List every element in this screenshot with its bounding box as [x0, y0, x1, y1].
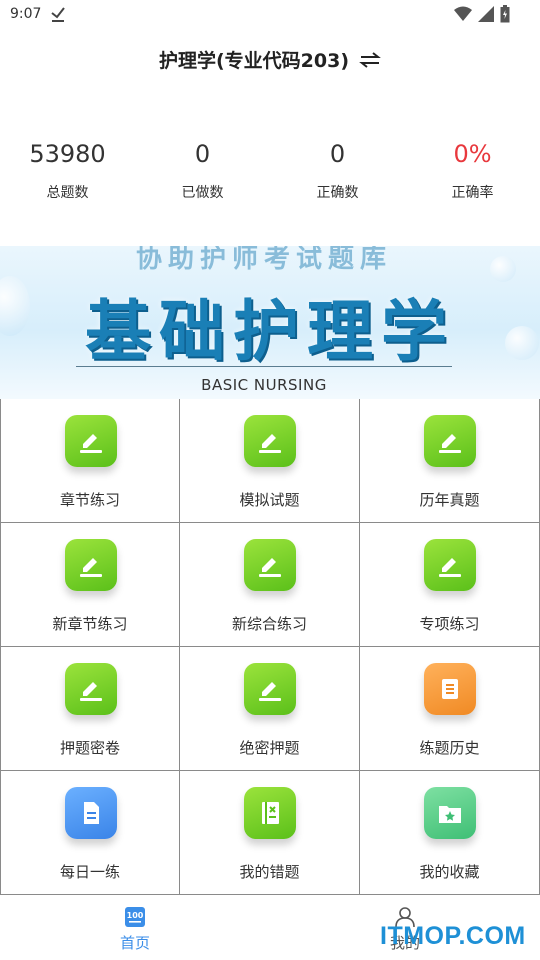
- status-icons: [454, 5, 510, 23]
- page-title: 护理学(专业代码203): [158, 50, 350, 72]
- status-bar: 9:07: [0, 0, 540, 30]
- signal-icon: [478, 6, 494, 22]
- nav-home-label: 首页: [119, 934, 150, 952]
- banner[interactable]: 协助护师考试题库 基础护理学 BASIC NURSING: [0, 246, 540, 399]
- stat-label: 总题数: [46, 185, 89, 201]
- grid-item[interactable]: 新章节练习: [0, 523, 180, 647]
- stat-label: 正确数: [316, 185, 359, 201]
- grid-item[interactable]: 专项练习: [360, 523, 540, 647]
- grid-item-label: 押题密卷: [59, 739, 120, 757]
- stat-value: 0: [329, 140, 346, 168]
- grid-item-label: 历年真题: [419, 491, 480, 509]
- grid-item-label: 我的收藏: [419, 863, 480, 881]
- download-done-icon: [51, 7, 65, 22]
- stat-total: 53980 总题数: [0, 138, 135, 208]
- edit-pen-icon: [424, 415, 476, 467]
- grid-item-label: 新综合练习: [231, 615, 307, 633]
- stat-correct: 0 正确数: [270, 138, 405, 208]
- star-folder-icon: [424, 787, 476, 839]
- watermark: ITMOP.COM: [380, 922, 526, 950]
- grid-item-label: 我的错题: [239, 863, 300, 881]
- grid-item[interactable]: 历年真题: [360, 399, 540, 523]
- stat-label: 正确率: [451, 185, 494, 201]
- feature-grid: 章节练习 模拟试题 历年真题新章节练习 新综合练习 专项练习押题密卷 绝密押题 练题历史每日…: [0, 399, 540, 895]
- edit-pen-icon: [424, 539, 476, 591]
- edit-pen-icon: [65, 415, 117, 467]
- grid-item[interactable]: 新综合练习: [180, 523, 360, 647]
- grid-item-label: 练题历史: [419, 739, 480, 757]
- nav-home[interactable]: 100 首页: [0, 896, 270, 960]
- grid-item[interactable]: 每日一练: [0, 771, 180, 895]
- edit-pen-icon: [65, 539, 117, 591]
- banner-top-text: 协助护师考试题库: [136, 246, 393, 274]
- stats-panel: 53980 总题数 0 已做数 0 正确数 0% 正确率: [0, 138, 540, 208]
- stat-done: 0 已做数: [135, 138, 270, 208]
- grid-item[interactable]: 我的收藏: [360, 771, 540, 895]
- grid-item-label: 模拟试题: [239, 491, 300, 509]
- stat-value: 0%: [453, 140, 492, 168]
- grid-item-label: 新章节练习: [52, 615, 128, 633]
- grid-item[interactable]: 模拟试题: [180, 399, 360, 523]
- banner-divider: [76, 366, 452, 367]
- stat-value: 53980: [29, 140, 106, 168]
- grid-item-label: 章节练习: [59, 491, 120, 509]
- header: 护理学(专业代码203): [0, 46, 540, 78]
- document-icon: [65, 787, 117, 839]
- grid-item[interactable]: 章节练习: [0, 399, 180, 523]
- edit-pen-icon: [244, 663, 296, 715]
- stat-label: 已做数: [181, 185, 224, 201]
- grid-item[interactable]: 我的错题: [180, 771, 360, 895]
- stat-value: 0: [194, 140, 211, 168]
- grid-item[interactable]: 押题密卷: [0, 647, 180, 771]
- grid-item-label: 绝密押题: [239, 739, 300, 757]
- notebook-icon: [244, 787, 296, 839]
- edit-pen-icon: [244, 415, 296, 467]
- edit-pen-icon: [244, 539, 296, 591]
- banner-title: 基础护理学: [85, 293, 455, 370]
- battery-icon: [500, 5, 510, 23]
- grid-item-label: 每日一练: [59, 863, 120, 881]
- grid-item-label: 专项练习: [419, 615, 480, 633]
- edit-pen-icon: [65, 663, 117, 715]
- history-scroll-icon: [424, 663, 476, 715]
- banner-subtitle: BASIC NURSING: [201, 376, 327, 394]
- wifi-icon: [454, 6, 472, 21]
- grid-item[interactable]: 练题历史: [360, 647, 540, 771]
- home-100-icon: 100: [125, 907, 145, 927]
- swap-arrows-icon[interactable]: [359, 51, 381, 69]
- grid-item[interactable]: 绝密押题: [180, 647, 360, 771]
- status-time: 9:07: [10, 6, 42, 22]
- stat-accuracy: 0% 正确率: [405, 138, 540, 208]
- svg-text:100: 100: [127, 911, 144, 920]
